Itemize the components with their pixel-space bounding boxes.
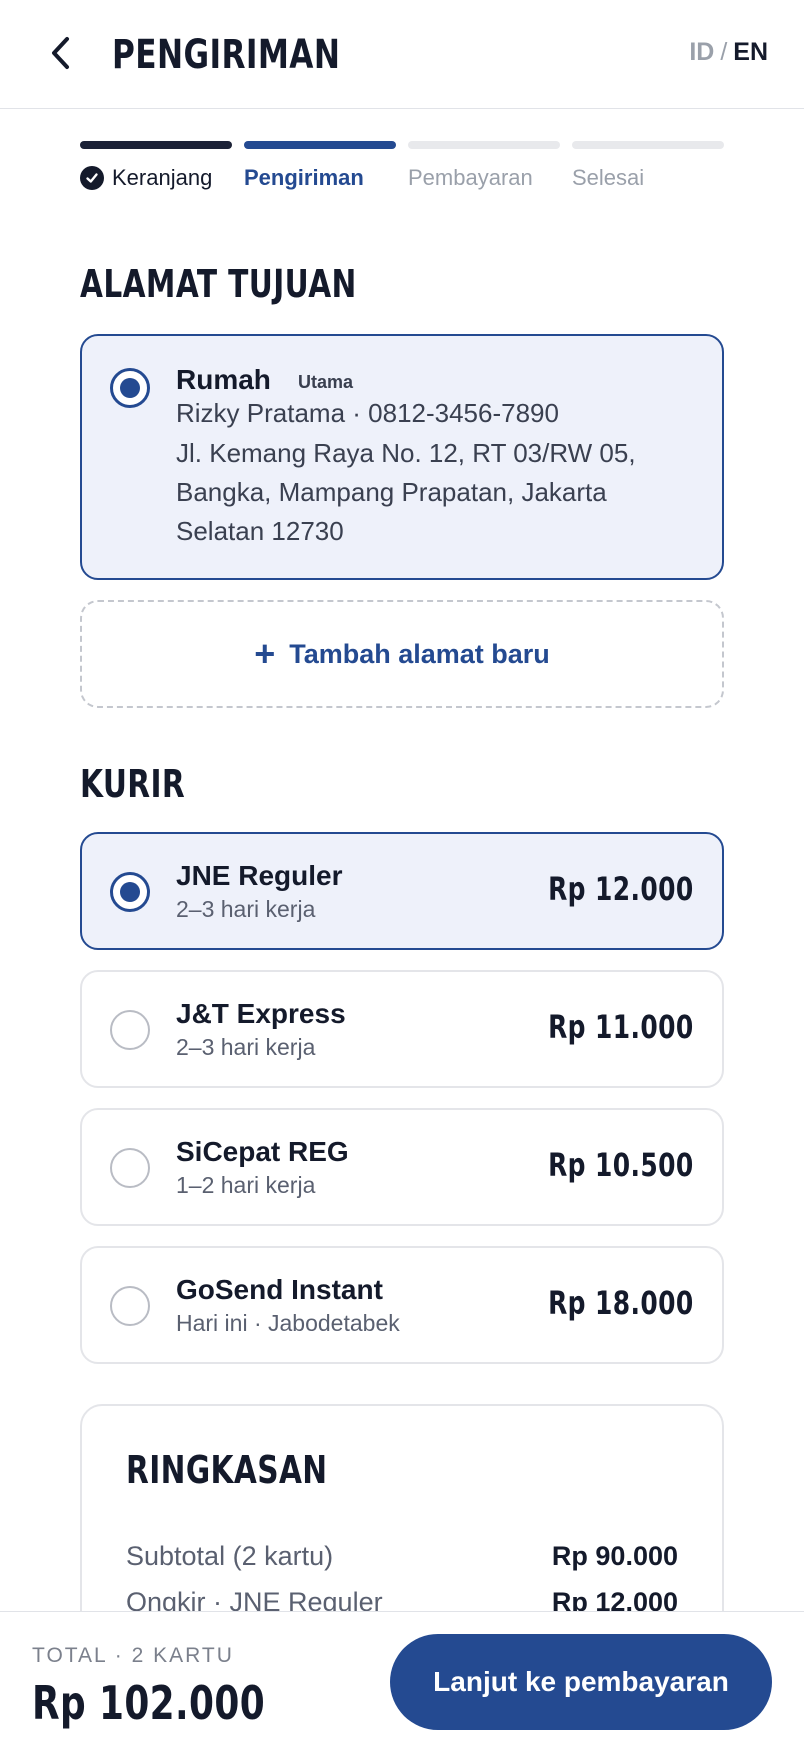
courier-radio[interactable] (110, 1148, 150, 1188)
summary-value: Rp 90.000 (551, 1541, 678, 1571)
courier-eta: 2–3 hari kerja (176, 896, 316, 922)
lang-id-option[interactable]: ID (689, 38, 714, 66)
courier-price: Rp 12.000 (548, 870, 694, 908)
app-header: PENGIRIMAN ID / EN (0, 0, 804, 109)
step-label: Pembayaran (408, 165, 533, 190)
step-bar (80, 141, 232, 149)
courier-price: Rp 18.000 (548, 1284, 694, 1322)
add-address-button[interactable]: + Tambah alamat baru (80, 600, 724, 708)
step-label: Pengiriman (244, 165, 364, 190)
address-card-rumah[interactable]: Rumah Utama Rizky Pratama · 0812-3456-78… (80, 334, 724, 580)
back-button[interactable] (36, 28, 86, 78)
courier-price: Rp 11.000 (548, 1008, 694, 1046)
page-title: PENGIRIMAN (112, 32, 341, 78)
address-radio[interactable] (110, 368, 150, 408)
checkout-bottom-bar: TOTAL · 2 KARTU Rp 102.000 Lanjut ke pem… (0, 1611, 804, 1748)
lang-en-option[interactable]: EN (733, 38, 768, 66)
courier-option-jne[interactable]: JNE Reguler 2–3 hari kerja Rp 12.000 (80, 832, 724, 950)
courier-option-gosend[interactable]: GoSend Instant Hari ini · Jabodetabek Rp… (80, 1246, 724, 1364)
address-contact: Rizky Pratama · 0812-3456-7890 (176, 398, 559, 428)
total-value: Rp 102.000 (32, 1676, 266, 1730)
continue-to-payment-button[interactable]: Lanjut ke pembayaran (390, 1634, 772, 1730)
step-bar (244, 141, 396, 149)
courier-radio[interactable] (110, 1010, 150, 1050)
courier-option-jnt[interactable]: J&T Express 2–3 hari kerja Rp 11.000 (80, 970, 724, 1088)
step-keranjang[interactable]: Keranjang (80, 141, 232, 191)
step-bar (572, 141, 724, 149)
language-switcher: ID / EN (689, 38, 768, 67)
step-bar (408, 141, 560, 149)
courier-section-title: KURIR (80, 762, 186, 806)
courier-eta: 1–2 hari kerja (176, 1172, 316, 1198)
step-label: Keranjang (112, 165, 213, 190)
courier-name: JNE Reguler (176, 860, 343, 891)
chevron-left-icon (52, 37, 69, 69)
summary-label: Subtotal (2 kartu) (126, 1541, 334, 1571)
checkout-stepper: Keranjang Pengiriman Pembayaran Selesai (80, 141, 724, 191)
step-selesai: Selesai (572, 141, 724, 191)
check-circle-icon (80, 166, 104, 190)
lang-separator: / (720, 38, 728, 66)
add-address-label: Tambah alamat baru (289, 638, 550, 669)
address-line: Bangka, Mampang Prapatan, Jakarta (176, 477, 607, 507)
plus-icon: + (254, 633, 276, 674)
address-line: Selatan 12730 (176, 516, 344, 546)
step-label: Selesai (572, 165, 645, 190)
courier-name: SiCepat REG (176, 1136, 349, 1167)
courier-eta: Hari ini · Jabodetabek (176, 1310, 400, 1336)
summary-row-subtotal: Subtotal (2 kartu) Rp 90.000 (126, 1541, 678, 1572)
address-line: Jl. Kemang Raya No. 12, RT 03/RW 05, (176, 438, 636, 468)
courier-radio[interactable] (110, 1286, 150, 1326)
step-pembayaran: Pembayaran (408, 141, 560, 191)
courier-price: Rp 10.500 (548, 1146, 694, 1184)
summary-title: RINGKASAN (126, 1448, 328, 1492)
primary-badge: Utama (298, 372, 354, 392)
courier-name: GoSend Instant (176, 1274, 383, 1305)
step-pengiriman: Pengiriman (244, 141, 396, 191)
courier-radio[interactable] (110, 872, 150, 912)
address-section-title: ALAMAT TUJUAN (80, 262, 357, 306)
courier-eta: 2–3 hari kerja (176, 1034, 316, 1060)
address-name: Rumah (176, 364, 271, 395)
total-label: TOTAL · 2 KARTU (32, 1644, 234, 1667)
courier-option-sicepat[interactable]: SiCepat REG 1–2 hari kerja Rp 10.500 (80, 1108, 724, 1226)
courier-name: J&T Express (176, 998, 346, 1029)
